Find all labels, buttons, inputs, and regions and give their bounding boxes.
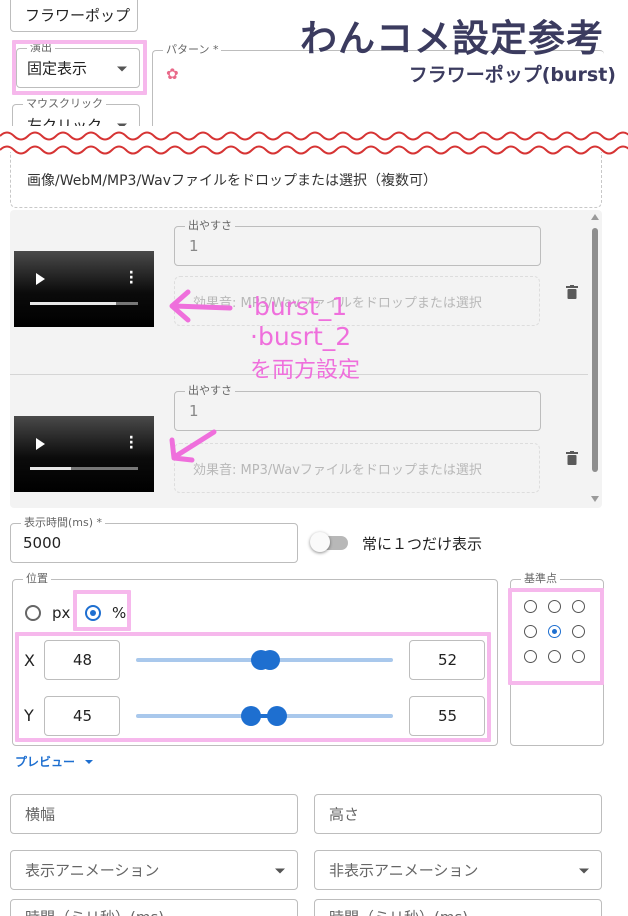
list-scrollbar[interactable] bbox=[590, 212, 600, 506]
more-vert-icon[interactable]: · · · bbox=[129, 431, 134, 455]
show-duration-input[interactable]: 時間（ミリ秒）(ms) bbox=[10, 899, 298, 916]
chevron-down-icon bbox=[579, 868, 589, 874]
annotation-line2: ·busrt_2 bbox=[250, 322, 352, 351]
unit-px-label: px bbox=[52, 604, 71, 622]
file-drop-text: 画像/WebM/MP3/Wavファイルをドロップまたは選択（複数可） bbox=[27, 173, 437, 189]
banner-title: わんコメ設定参考 bbox=[300, 17, 604, 60]
sound-drop-zone[interactable]: 効果音: MP3/Wavファイルをドロップまたは選択 bbox=[174, 443, 540, 493]
display-time-field[interactable]: 表示時間(ms) * 5000 bbox=[10, 516, 298, 563]
show-duration-placeholder: 時間（ミリ秒）(ms) bbox=[25, 907, 164, 916]
annotation-line1: ·burst_1 bbox=[246, 292, 348, 321]
more-vert-icon[interactable]: · · · bbox=[129, 266, 134, 290]
chevron-down-icon bbox=[275, 868, 285, 874]
ease-value: 1 bbox=[189, 402, 199, 420]
video-preview[interactable]: · · · bbox=[14, 416, 154, 492]
effect-select-value: フラワーポップ bbox=[25, 6, 131, 25]
display-time-value: 5000 bbox=[23, 534, 62, 552]
anchor-label: 基準点 bbox=[521, 572, 560, 586]
position-label: 位置 bbox=[23, 572, 51, 586]
video-preview[interactable]: · · · bbox=[14, 251, 154, 327]
flower-icon: ✿ bbox=[166, 65, 179, 83]
video-progress[interactable] bbox=[30, 302, 138, 305]
ease-field[interactable]: 出やすさ 1 bbox=[174, 384, 541, 431]
height-placeholder: 高さ bbox=[329, 805, 360, 824]
highlight-direction bbox=[12, 40, 147, 95]
hide-duration-placeholder: 時間（ミリ秒）(ms) bbox=[329, 907, 468, 916]
hide-animation-placeholder: 非表示アニメーション bbox=[329, 861, 479, 880]
preview-label: プレビュー bbox=[15, 755, 76, 769]
play-icon[interactable] bbox=[36, 273, 45, 285]
trash-icon[interactable] bbox=[566, 451, 578, 465]
single-display-label: 常に１つだけ表示 bbox=[362, 535, 483, 553]
banner-subtitle: フラワーポップ(burst) bbox=[408, 64, 616, 86]
highlight-unit bbox=[73, 590, 131, 631]
file-drop-zone[interactable]: 画像/WebM/MP3/Wavファイルをドロップまたは選択（複数可） bbox=[10, 152, 602, 208]
unit-px-radio[interactable] bbox=[25, 605, 41, 621]
annotation-arrow bbox=[169, 289, 233, 323]
ease-label: 出やすさ bbox=[185, 384, 235, 398]
height-input[interactable]: 高さ bbox=[314, 794, 602, 834]
video-progress-fill bbox=[30, 467, 72, 470]
ease-value: 1 bbox=[189, 237, 199, 255]
preview-toggle[interactable]: プレビュー bbox=[15, 753, 94, 770]
highlight-anchor bbox=[508, 588, 604, 685]
display-time-label: 表示時間(ms) * bbox=[21, 516, 106, 530]
annotation-line3: を両方設定 bbox=[250, 358, 361, 383]
chevron-down-icon bbox=[85, 759, 94, 764]
trash-icon[interactable] bbox=[566, 285, 578, 299]
effect-select[interactable]: フラワーポップ bbox=[10, 0, 138, 32]
annotation-arrow bbox=[169, 429, 217, 463]
pattern-label: パターン * bbox=[163, 43, 222, 57]
hide-duration-input[interactable]: 時間（ミリ秒）(ms) bbox=[314, 899, 602, 916]
width-input[interactable]: 横幅 bbox=[10, 794, 298, 834]
hide-animation-select[interactable]: 非表示アニメーション bbox=[314, 850, 602, 890]
play-icon[interactable] bbox=[36, 438, 45, 450]
ease-label: 出やすさ bbox=[185, 219, 235, 233]
show-animation-placeholder: 表示アニメーション bbox=[25, 861, 160, 880]
highlight-xy bbox=[15, 632, 491, 742]
mouse-click-label: マウスクリック bbox=[23, 97, 106, 111]
video-progress-fill bbox=[30, 302, 117, 305]
single-display-toggle-knob[interactable] bbox=[310, 532, 330, 552]
show-animation-select[interactable]: 表示アニメーション bbox=[10, 850, 298, 890]
width-placeholder: 横幅 bbox=[25, 805, 56, 824]
ease-field[interactable]: 出やすさ 1 bbox=[174, 219, 541, 266]
video-progress[interactable] bbox=[30, 467, 138, 470]
